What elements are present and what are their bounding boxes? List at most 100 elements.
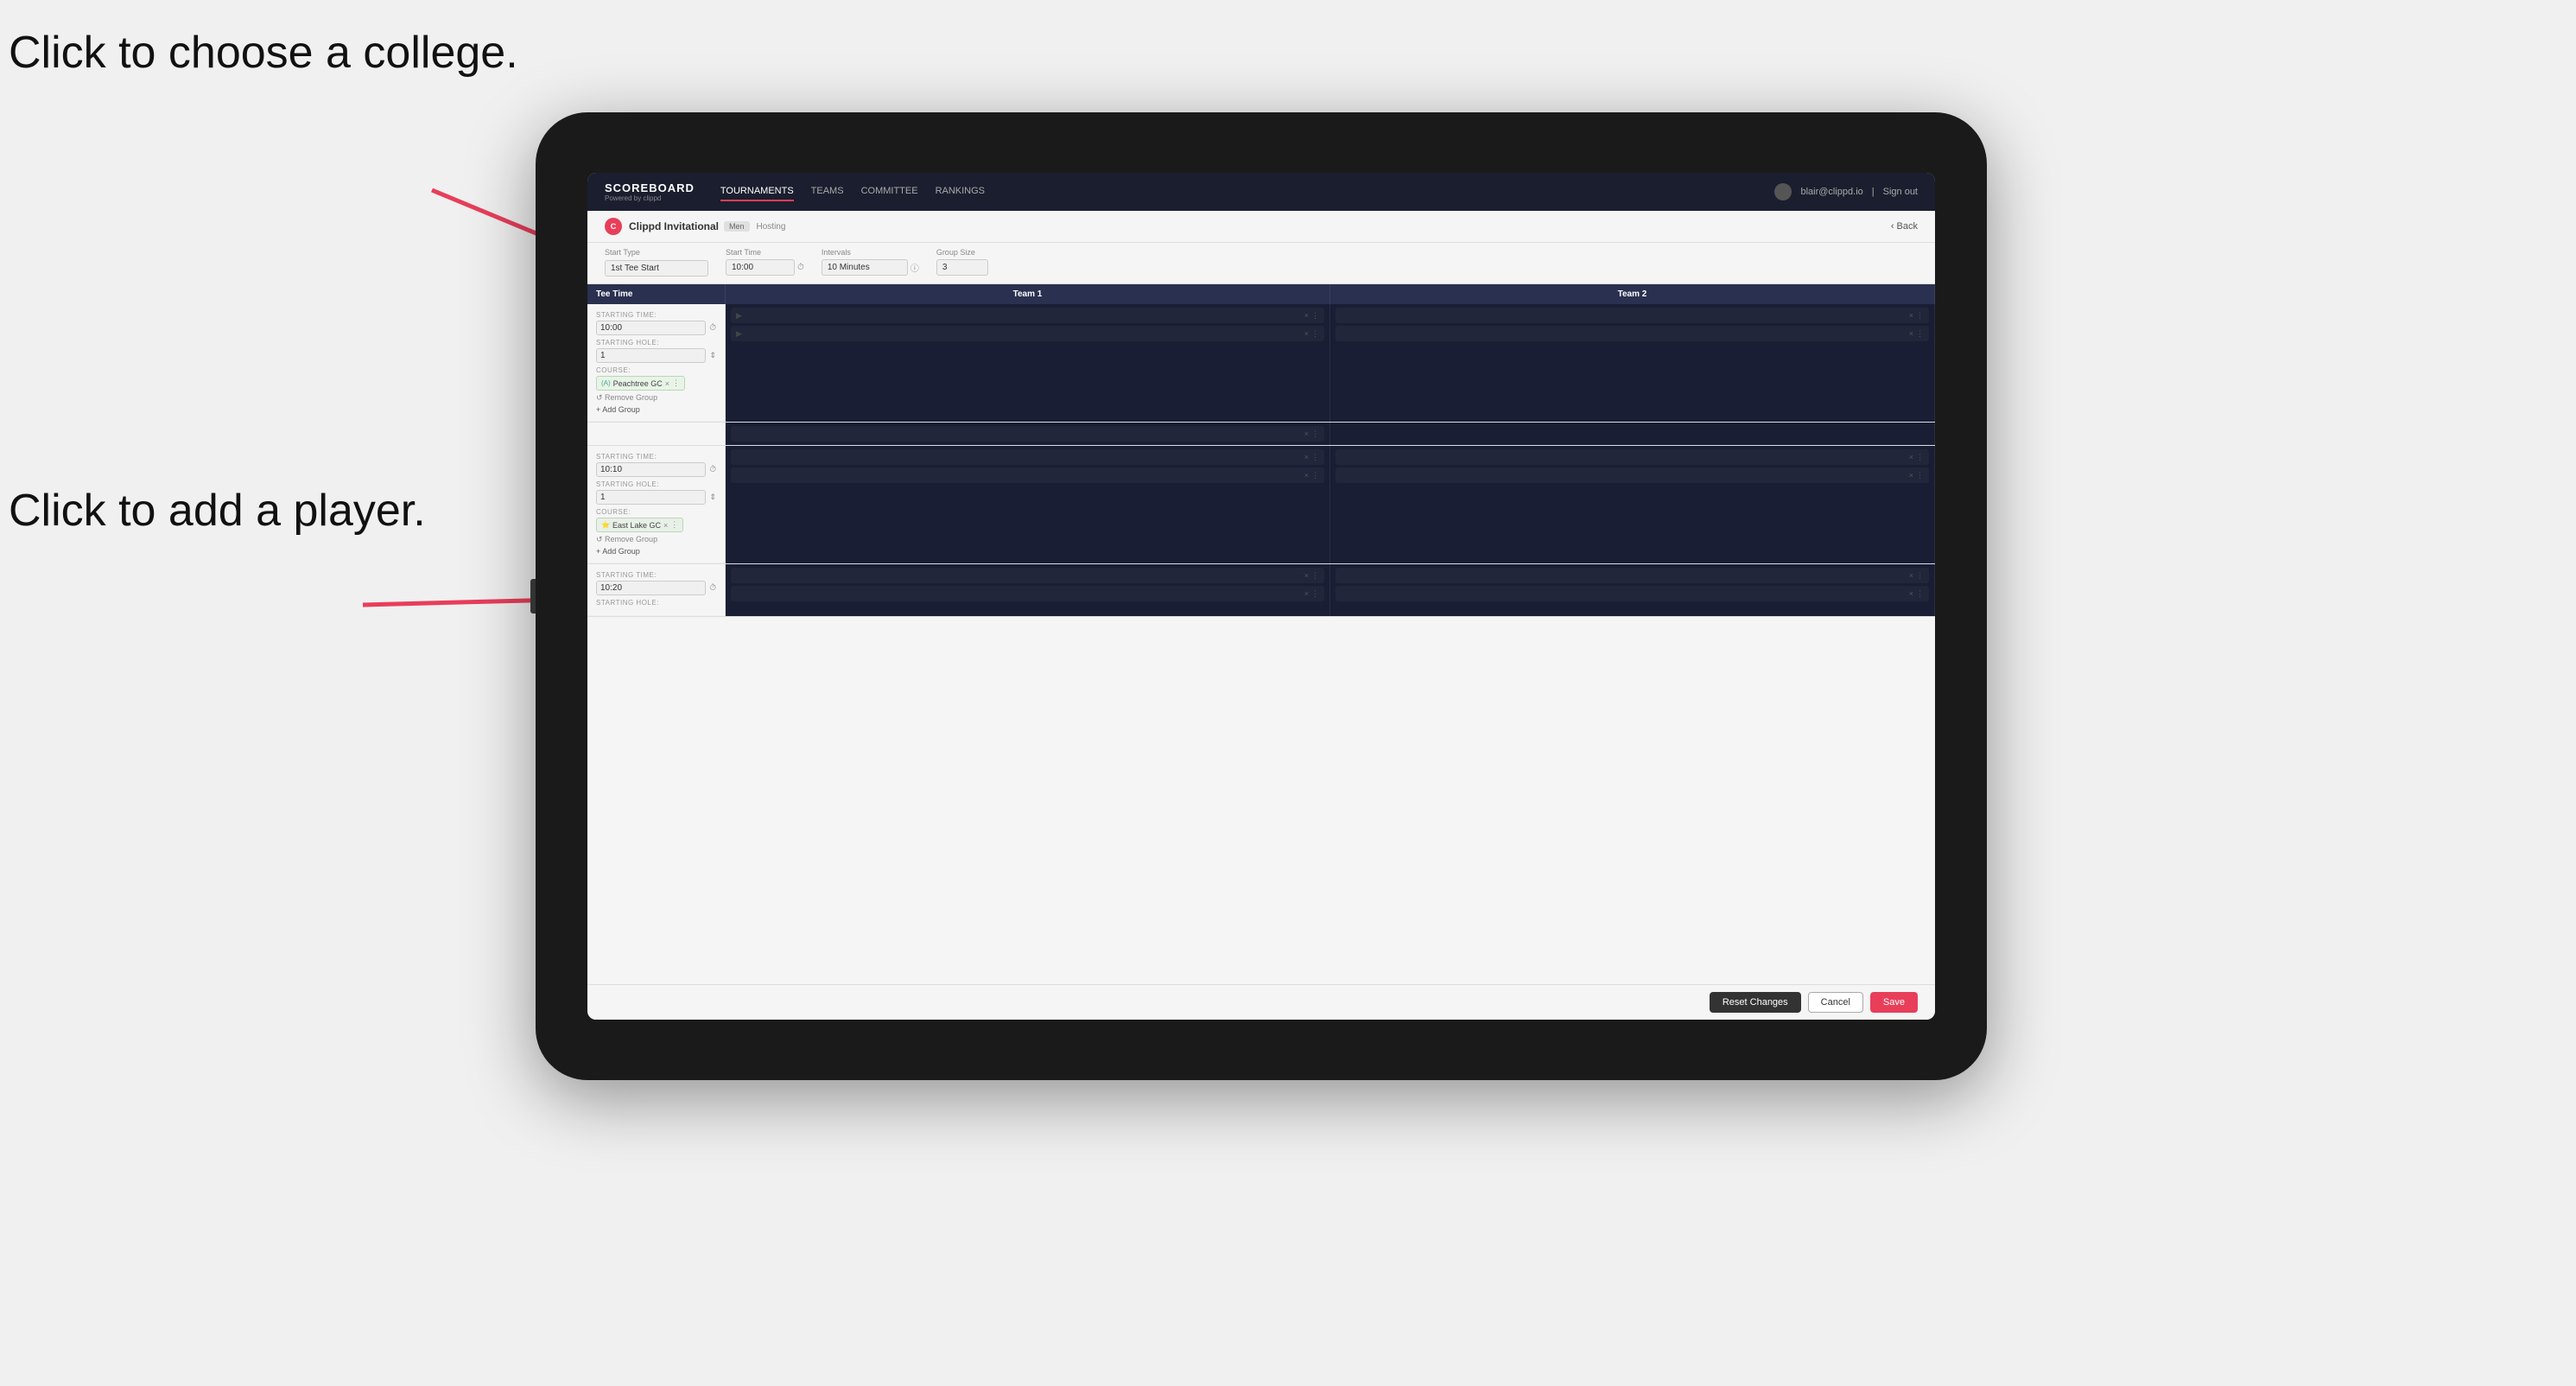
slot-x-1-2[interactable]: × (1304, 329, 1309, 339)
clippd-logo: C (605, 218, 622, 235)
slot-dots-4-2[interactable]: ⋮ (1916, 471, 1924, 480)
starting-hole-input-2[interactable] (596, 490, 706, 505)
reset-changes-button[interactable]: Reset Changes (1710, 992, 1801, 1013)
slot-x-2-2[interactable]: × (1909, 329, 1913, 339)
course-label-2: COURSE: (596, 508, 716, 516)
course-tag-2[interactable]: ⭐ East Lake GC × ⋮ (596, 518, 683, 532)
slot-dots-2-2[interactable]: ⋮ (1916, 329, 1924, 339)
course-tag-icon-2: ⭐ (601, 521, 610, 529)
slot-dots-1-1[interactable]: ⋮ (1311, 311, 1319, 321)
player-slot-4-2[interactable]: × ⋮ (1336, 467, 1929, 483)
starting-time-input-3[interactable] (596, 581, 706, 595)
course-tag-1[interactable]: (A) Peachtree GC × ⋮ (596, 376, 685, 391)
player-slot-5-2[interactable]: × ⋮ (731, 586, 1324, 601)
start-time-input[interactable] (726, 259, 795, 276)
remove-group-2[interactable]: ↺ Remove Group (596, 535, 716, 544)
slot-dots-6-2[interactable]: ⋮ (1916, 589, 1924, 599)
course-edit-2[interactable]: ⋮ (670, 520, 678, 530)
starting-time-input-2[interactable] (596, 462, 706, 477)
nav-teams[interactable]: TEAMS (811, 182, 844, 201)
slot-dots-3-2[interactable]: ⋮ (1311, 471, 1319, 480)
group-size-group: Group Size 3 (936, 248, 988, 277)
slot-dots-3-1[interactable]: ⋮ (1311, 453, 1319, 462)
slot-x-6-2[interactable]: × (1909, 589, 1913, 599)
player-slot-2-1[interactable]: × ⋮ (1336, 308, 1929, 323)
player-slot-1-2[interactable]: ▶ × ⋮ (731, 326, 1324, 341)
start-type-select[interactable]: 1st Tee Start (605, 260, 708, 277)
tablet-frame: SCOREBOARD Powered by clippd TOURNAMENTS… (536, 112, 1987, 1080)
slot-dots-5-2[interactable]: ⋮ (1311, 589, 1319, 599)
course-remove-2[interactable]: × (663, 521, 668, 530)
slot-dots-2-1[interactable]: ⋮ (1916, 311, 1924, 321)
slot-x-6-1[interactable]: × (1909, 571, 1913, 581)
slot-x-5-2[interactable]: × (1304, 589, 1309, 599)
starting-time-label-3: STARTING TIME: (596, 571, 716, 579)
tablet-screen: SCOREBOARD Powered by clippd TOURNAMENTS… (587, 173, 1935, 1020)
grid-area[interactable]: Tee Time Team 1 Team 2 STARTING TIME: ⏱ … (587, 284, 1935, 984)
player-slot-4-1[interactable]: × ⋮ (1336, 449, 1929, 465)
slot-x-3-2[interactable]: × (1304, 471, 1309, 480)
course-slot-dots-1[interactable]: ⋮ (1311, 429, 1319, 439)
add-group-2[interactable]: + Add Group (596, 547, 716, 556)
course-slot-x-1[interactable]: × (1304, 429, 1309, 439)
back-button[interactable]: ‹ Back (1891, 221, 1918, 232)
nav-rankings[interactable]: RANKINGS (936, 182, 985, 201)
nav-tournaments[interactable]: TOURNAMENTS (720, 182, 794, 201)
starting-time-input-1[interactable] (596, 321, 706, 335)
save-button[interactable]: Save (1870, 992, 1918, 1013)
intervals-select[interactable]: 10 Minutes (822, 259, 908, 276)
player-slot-1-1[interactable]: ▶ × ⋮ (731, 308, 1324, 323)
starting-hole-input-1[interactable] (596, 348, 706, 363)
starting-hole-label-1: STARTING HOLE: (596, 339, 716, 346)
slot-x-3-1[interactable]: × (1304, 453, 1309, 462)
group-size-label: Group Size (936, 248, 988, 257)
annotation-choose-college: Click to choose a college. (9, 26, 518, 79)
slot-dots-6-1[interactable]: ⋮ (1916, 571, 1924, 581)
slot-x-4-1[interactable]: × (1909, 453, 1913, 462)
course-remove-1[interactable]: × (665, 379, 669, 388)
slot-dots-5-1[interactable]: ⋮ (1311, 571, 1319, 581)
hole-spinner-1[interactable]: ⇕ (709, 351, 716, 360)
team1-cell-1: ▶ × ⋮ ▶ × ⋮ (726, 304, 1330, 422)
player-slot-3-2[interactable]: × ⋮ (731, 467, 1324, 483)
group-size-select[interactable]: 3 (936, 259, 988, 276)
intervals-label: Intervals (822, 248, 919, 257)
scoreboard-subtitle: Powered by clippd (605, 194, 695, 202)
start-type-label: Start Type (605, 248, 708, 257)
slot-x-5-1[interactable]: × (1304, 571, 1309, 581)
starting-time-label-2: STARTING TIME: (596, 453, 716, 461)
course-label-cell-1 (587, 423, 726, 445)
player-slot-3-1[interactable]: × ⋮ (731, 449, 1324, 465)
add-group-1[interactable]: + Add Group (596, 405, 716, 414)
course-edit-1[interactable]: ⋮ (672, 378, 680, 388)
slot-dots-1-2[interactable]: ⋮ (1311, 329, 1319, 339)
player-slot-5-1[interactable]: × ⋮ (731, 568, 1324, 583)
remove-group-1[interactable]: ↺ Remove Group (596, 393, 716, 403)
slot-x-2-1[interactable]: × (1909, 311, 1913, 321)
team2-course-1 (1330, 423, 1935, 445)
table-row-3: STARTING TIME: ⏱ STARTING HOLE: × ⋮ (587, 564, 1935, 617)
cancel-button[interactable]: Cancel (1808, 992, 1863, 1013)
starting-time-label-1: STARTING TIME: (596, 311, 716, 319)
slot-x-4-2[interactable]: × (1909, 471, 1913, 480)
team1-course-1: × ⋮ (726, 423, 1330, 445)
nav-committee[interactable]: COMMITTEE (861, 182, 918, 201)
player-slot-2-2[interactable]: × ⋮ (1336, 326, 1929, 341)
slot-x-1-1[interactable]: × (1304, 311, 1309, 321)
player-slot-6-2[interactable]: × ⋮ (1336, 586, 1929, 601)
table-header: Tee Time Team 1 Team 2 (587, 284, 1935, 304)
slot-dots-4-1[interactable]: ⋮ (1916, 453, 1924, 462)
app-header: SCOREBOARD Powered by clippd TOURNAMENTS… (587, 173, 1935, 211)
event-title: Clippd Invitational (629, 220, 719, 232)
time-icon: ⏱ (797, 263, 804, 272)
course-player-slot-1[interactable]: × ⋮ (731, 426, 1324, 442)
main-content: Tee Time Team 1 Team 2 STARTING TIME: ⏱ … (587, 284, 1935, 984)
hole-spinner-2[interactable]: ⇕ (709, 493, 716, 502)
player-slot-6-1[interactable]: × ⋮ (1336, 568, 1929, 583)
time-icon-2: ⏱ (709, 465, 716, 474)
scoreboard-logo: SCOREBOARD Powered by clippd (605, 181, 695, 202)
tablet-side-button (530, 579, 536, 614)
sign-out-link[interactable]: Sign out (1883, 187, 1918, 197)
event-gender-badge: Men (724, 221, 750, 232)
start-time-group: Start Time ⏱ (726, 248, 804, 277)
